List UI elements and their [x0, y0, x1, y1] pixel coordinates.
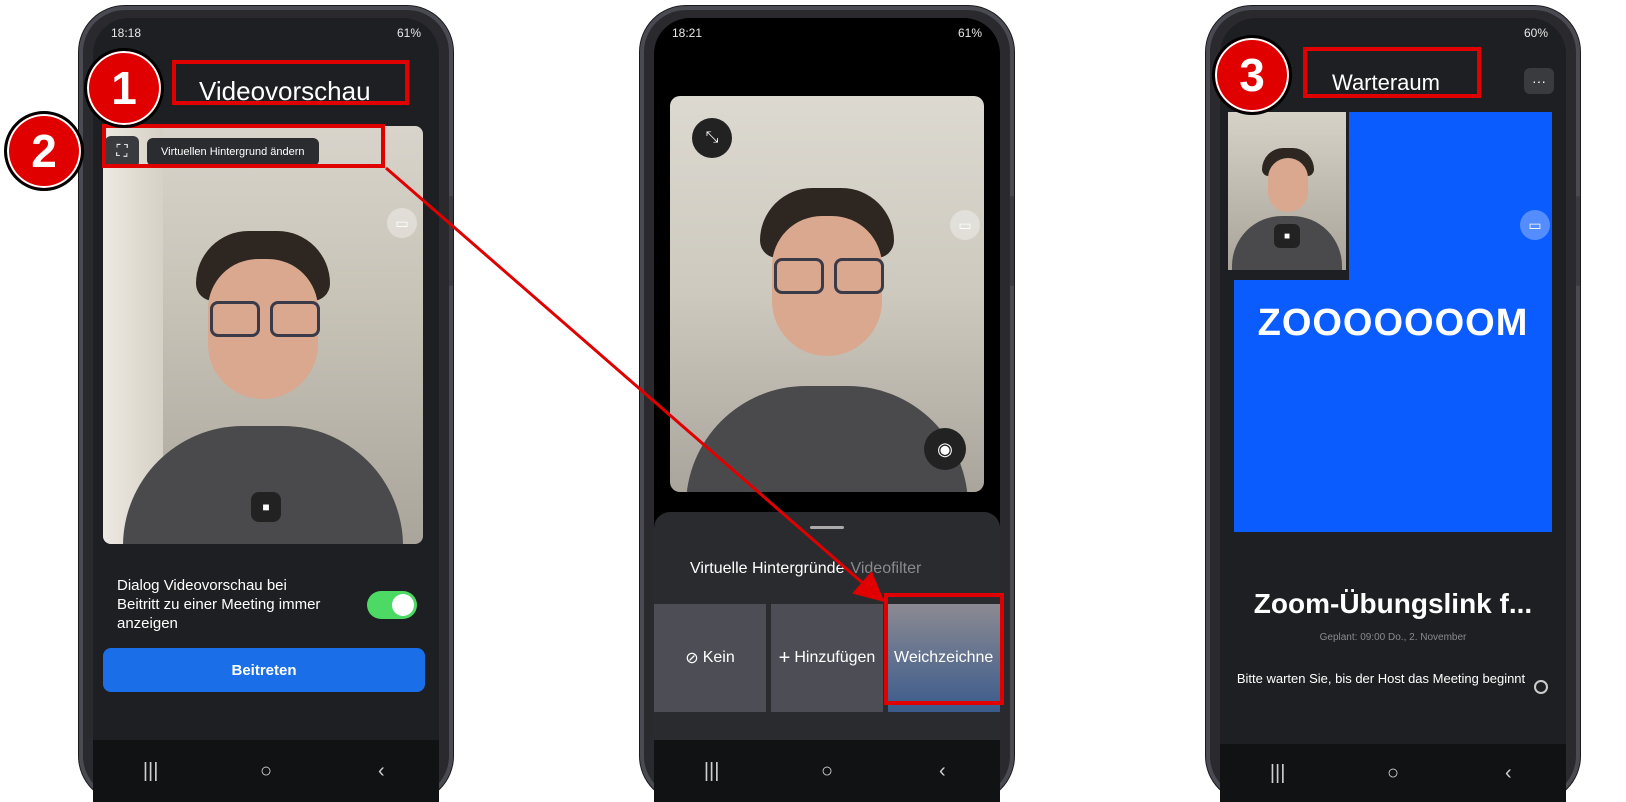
- camera-icon[interactable]: ▭: [387, 208, 417, 238]
- video-toggle-icon[interactable]: ■: [251, 492, 281, 522]
- switch-camera-icon[interactable]: ◉: [924, 428, 966, 470]
- status-time: 18:18: [111, 26, 142, 40]
- title-highlight-1: [172, 60, 409, 105]
- zoom-logo: ZOOOOOOOM: [1257, 302, 1529, 344]
- status-battery: 60%: [1523, 26, 1548, 40]
- minimize-icon[interactable]: ⤡: [692, 118, 732, 158]
- back-icon[interactable]: ‹: [351, 760, 411, 783]
- plus-icon: +: [778, 646, 791, 669]
- phone-3-screen: 60% Warteraum ··· ZOOOOOOOM ▭ ■ Zoom-Übu…: [1220, 18, 1566, 802]
- meeting-schedule: Geplant: 09:00 Do., 2. November: [1319, 632, 1467, 643]
- back-icon[interactable]: ‹: [1478, 762, 1538, 785]
- video-preview: ▭ ■: [103, 126, 423, 544]
- waiting-message: Bitte warten Sie, bis der Host das Meeti…: [1236, 671, 1526, 686]
- camera-icon[interactable]: ▭: [1520, 210, 1550, 240]
- recent-apps-icon[interactable]: |||: [1248, 762, 1308, 785]
- tile-add[interactable]: + Hinzufügen: [771, 604, 883, 712]
- camera-icon[interactable]: ▭: [950, 210, 980, 240]
- home-icon[interactable]: ○: [236, 760, 296, 783]
- title-highlight-3: [1303, 47, 1481, 98]
- self-view: ■: [1228, 112, 1349, 280]
- more-button[interactable]: ···: [1524, 68, 1554, 94]
- android-nav-bar: ||| ○ ‹: [654, 740, 1000, 802]
- step-badge-3: 3: [1212, 35, 1292, 115]
- status-battery: 61%: [396, 26, 421, 40]
- none-icon: ⊘: [685, 650, 699, 667]
- join-button[interactable]: Beitreten: [103, 648, 425, 692]
- video-toggle-icon[interactable]: ■: [1274, 224, 1300, 248]
- meeting-title: Zoom-Übungslink f...: [1253, 588, 1533, 619]
- recent-apps-icon[interactable]: |||: [121, 760, 181, 783]
- recent-apps-icon[interactable]: |||: [682, 760, 742, 783]
- step-badge-1: 1: [84, 48, 164, 128]
- phone-3: 60% Warteraum ··· ZOOOOOOOM ▭ ■ Zoom-Übu…: [1206, 6, 1580, 802]
- status-time: 18:21: [672, 26, 703, 40]
- tooltip-highlight-2: [102, 124, 385, 168]
- status-battery: 61%: [957, 26, 982, 40]
- preview-setting-text: Dialog Videovorschau bei Beitritt zu ein…: [117, 577, 321, 632]
- person-image: [752, 188, 902, 378]
- android-nav-bar: ||| ○ ‹: [1220, 744, 1566, 802]
- step-badge-2: 2: [4, 111, 84, 191]
- sheet-handle[interactable]: [810, 526, 844, 529]
- preview-setting-row: Dialog Videovorschau bei Beitritt zu ein…: [117, 576, 417, 633]
- tile-none[interactable]: ⊘ Kein: [654, 604, 766, 712]
- home-icon[interactable]: ○: [797, 760, 857, 783]
- person-image: [188, 231, 338, 421]
- tab-virtual-backgrounds[interactable]: Virtuelle Hintergründe: [690, 560, 844, 578]
- preview-toggle[interactable]: [367, 590, 417, 619]
- home-icon[interactable]: ○: [1363, 762, 1423, 785]
- android-nav-bar: ||| ○ ‹: [93, 740, 439, 802]
- tab-video-filter[interactable]: Videofilter: [850, 560, 921, 578]
- loading-spinner-icon: [1534, 680, 1548, 694]
- back-icon[interactable]: ‹: [912, 760, 972, 783]
- blur-tile-highlight: [884, 593, 1004, 705]
- video-preview: ⤡ ▭ ◉: [670, 96, 984, 492]
